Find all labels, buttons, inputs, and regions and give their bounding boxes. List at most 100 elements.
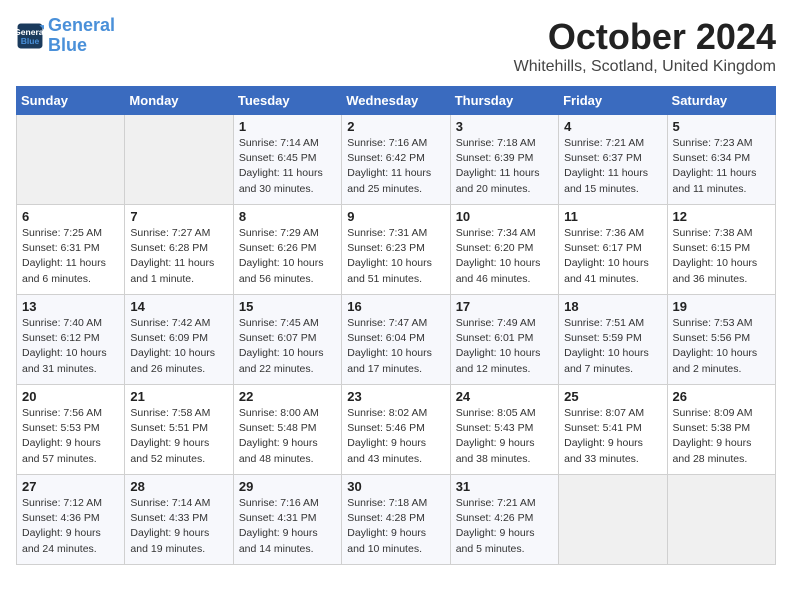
col-header-sunday: Sunday xyxy=(17,87,125,115)
calendar-week-row: 13 Sunrise: 7:40 AMSunset: 6:12 PMDayligh… xyxy=(17,295,776,385)
logo: General Blue General Blue xyxy=(16,16,115,56)
day-number: 20 xyxy=(22,389,119,404)
day-info: Sunrise: 7:29 AMSunset: 6:26 PMDaylight:… xyxy=(239,226,336,287)
calendar-cell: 11Sunrise: 7:36 AMSunset: 6:17 PMDayligh… xyxy=(559,205,667,295)
day-number: 13 xyxy=(22,299,119,314)
col-header-tuesday: Tuesday xyxy=(233,87,341,115)
calendar-cell: 4Sunrise: 7:21 AMSunset: 6:37 PMDaylight… xyxy=(559,115,667,205)
calendar-cell: 6 Sunrise: 7:25 AMSunset: 6:31 PMDaylight… xyxy=(17,205,125,295)
location-subtitle: Whitehills, Scotland, United Kingdom xyxy=(514,58,776,76)
calendar-cell: 28 Sunrise: 7:14 AMSunset: 4:33 PMDayligh… xyxy=(125,475,233,565)
day-number: 9 xyxy=(347,209,444,224)
col-header-friday: Friday xyxy=(559,87,667,115)
calendar-cell: 29 Sunrise: 7:16 AMSunset: 4:31 PMDayligh… xyxy=(233,475,341,565)
day-info: Sunrise: 7:58 AMSunset: 5:51 PMDaylight:… xyxy=(130,406,227,467)
day-info: Sunrise: 7:45 AMSunset: 6:07 PMDaylight:… xyxy=(239,316,336,377)
day-number: 22 xyxy=(239,389,336,404)
day-info: Sunrise: 8:00 AMSunset: 5:48 PMDaylight:… xyxy=(239,406,336,467)
calendar-cell: 1 Sunrise: 7:14 AMSunset: 6:45 PMDaylight… xyxy=(233,115,341,205)
calendar-cell: 25 Sunrise: 8:07 AMSunset: 5:41 PMDayligh… xyxy=(559,385,667,475)
day-info: Sunrise: 7:38 AMSunset: 6:15 PMDaylight:… xyxy=(673,226,770,287)
day-info: Sunrise: 8:05 AMSunset: 5:43 PMDaylight:… xyxy=(456,406,553,467)
day-number: 27 xyxy=(22,479,119,494)
day-info: Sunrise: 8:02 AMSunset: 5:46 PMDaylight:… xyxy=(347,406,444,467)
day-number: 25 xyxy=(564,389,661,404)
calendar-cell: 31Sunrise: 7:21 AMSunset: 4:26 PMDayligh… xyxy=(450,475,558,565)
day-info: Sunrise: 7:49 AMSunset: 6:01 PMDaylight:… xyxy=(456,316,553,377)
calendar-cell: 2 Sunrise: 7:16 AMSunset: 6:42 PMDaylight… xyxy=(342,115,450,205)
calendar-cell: 3Sunrise: 7:18 AMSunset: 6:39 PMDaylight… xyxy=(450,115,558,205)
day-number: 21 xyxy=(130,389,227,404)
calendar-cell: 7Sunrise: 7:27 AMSunset: 6:28 PMDaylight… xyxy=(125,205,233,295)
day-number: 1 xyxy=(239,119,336,134)
calendar-cell: 13 Sunrise: 7:40 AMSunset: 6:12 PMDayligh… xyxy=(17,295,125,385)
calendar-cell: 30 Sunrise: 7:18 AMSunset: 4:28 PMDayligh… xyxy=(342,475,450,565)
calendar-cell: 5 Sunrise: 7:23 AMSunset: 6:34 PMDaylight… xyxy=(667,115,775,205)
calendar-cell xyxy=(17,115,125,205)
day-number: 5 xyxy=(673,119,770,134)
title-area: October 2024 Whitehills, Scotland, Unite… xyxy=(514,16,776,76)
day-info: Sunrise: 7:23 AMSunset: 6:34 PMDaylight:… xyxy=(673,136,770,197)
day-info: Sunrise: 7:14 AMSunset: 6:45 PMDaylight:… xyxy=(239,136,336,197)
calendar-cell: 21 Sunrise: 7:58 AMSunset: 5:51 PMDayligh… xyxy=(125,385,233,475)
calendar-cell: 26Sunrise: 8:09 AMSunset: 5:38 PMDayligh… xyxy=(667,385,775,475)
day-info: Sunrise: 7:16 AMSunset: 4:31 PMDaylight:… xyxy=(239,496,336,557)
day-number: 23 xyxy=(347,389,444,404)
day-info: Sunrise: 7:51 AMSunset: 5:59 PMDaylight:… xyxy=(564,316,661,377)
day-info: Sunrise: 7:16 AMSunset: 6:42 PMDaylight:… xyxy=(347,136,444,197)
day-number: 8 xyxy=(239,209,336,224)
calendar-cell: 8 Sunrise: 7:29 AMSunset: 6:26 PMDaylight… xyxy=(233,205,341,295)
day-info: Sunrise: 7:27 AMSunset: 6:28 PMDaylight:… xyxy=(130,226,227,287)
day-number: 14 xyxy=(130,299,227,314)
calendar-cell: 15 Sunrise: 7:45 AMSunset: 6:07 PMDayligh… xyxy=(233,295,341,385)
day-number: 29 xyxy=(239,479,336,494)
day-number: 28 xyxy=(130,479,227,494)
calendar-week-row: 1 Sunrise: 7:14 AMSunset: 6:45 PMDaylight… xyxy=(17,115,776,205)
day-info: Sunrise: 8:07 AMSunset: 5:41 PMDaylight:… xyxy=(564,406,661,467)
day-number: 31 xyxy=(456,479,553,494)
col-header-thursday: Thursday xyxy=(450,87,558,115)
day-info: Sunrise: 7:25 AMSunset: 6:31 PMDaylight:… xyxy=(22,226,119,287)
day-number: 15 xyxy=(239,299,336,314)
day-number: 4 xyxy=(564,119,661,134)
day-number: 10 xyxy=(456,209,553,224)
day-info: Sunrise: 7:18 AMSunset: 6:39 PMDaylight:… xyxy=(456,136,553,197)
day-number: 2 xyxy=(347,119,444,134)
calendar-cell: 22 Sunrise: 8:00 AMSunset: 5:48 PMDayligh… xyxy=(233,385,341,475)
calendar-cell: 17 Sunrise: 7:49 AMSunset: 6:01 PMDayligh… xyxy=(450,295,558,385)
calendar-cell: 19Sunrise: 7:53 AMSunset: 5:56 PMDayligh… xyxy=(667,295,775,385)
day-number: 16 xyxy=(347,299,444,314)
calendar-cell xyxy=(125,115,233,205)
col-header-monday: Monday xyxy=(125,87,233,115)
day-info: Sunrise: 7:12 AMSunset: 4:36 PMDaylight:… xyxy=(22,496,119,557)
day-number: 24 xyxy=(456,389,553,404)
calendar-week-row: 27 Sunrise: 7:12 AMSunset: 4:36 PMDayligh… xyxy=(17,475,776,565)
day-info: Sunrise: 7:42 AMSunset: 6:09 PMDaylight:… xyxy=(130,316,227,377)
logo-text: General Blue xyxy=(48,16,115,56)
calendar-header-row: SundayMondayTuesdayWednesdayThursdayFrid… xyxy=(17,87,776,115)
calendar-cell: 24 Sunrise: 8:05 AMSunset: 5:43 PMDayligh… xyxy=(450,385,558,475)
day-number: 12 xyxy=(673,209,770,224)
calendar-cell: 27 Sunrise: 7:12 AMSunset: 4:36 PMDayligh… xyxy=(17,475,125,565)
calendar-cell: 23 Sunrise: 8:02 AMSunset: 5:46 PMDayligh… xyxy=(342,385,450,475)
calendar-table: SundayMondayTuesdayWednesdayThursdayFrid… xyxy=(16,86,776,565)
day-number: 17 xyxy=(456,299,553,314)
day-number: 18 xyxy=(564,299,661,314)
calendar-cell: 10 Sunrise: 7:34 AMSunset: 6:20 PMDayligh… xyxy=(450,205,558,295)
day-info: Sunrise: 7:18 AMSunset: 4:28 PMDaylight:… xyxy=(347,496,444,557)
day-info: Sunrise: 7:14 AMSunset: 4:33 PMDaylight:… xyxy=(130,496,227,557)
calendar-cell: 18 Sunrise: 7:51 AMSunset: 5:59 PMDayligh… xyxy=(559,295,667,385)
calendar-cell: 20Sunrise: 7:56 AMSunset: 5:53 PMDayligh… xyxy=(17,385,125,475)
calendar-week-row: 6 Sunrise: 7:25 AMSunset: 6:31 PMDaylight… xyxy=(17,205,776,295)
calendar-cell: 9Sunrise: 7:31 AMSunset: 6:23 PMDaylight… xyxy=(342,205,450,295)
day-info: Sunrise: 7:47 AMSunset: 6:04 PMDaylight:… xyxy=(347,316,444,377)
page-header: General Blue General Blue October 2024 W… xyxy=(16,16,776,76)
day-info: Sunrise: 7:34 AMSunset: 6:20 PMDaylight:… xyxy=(456,226,553,287)
calendar-cell: 14 Sunrise: 7:42 AMSunset: 6:09 PMDayligh… xyxy=(125,295,233,385)
day-number: 6 xyxy=(22,209,119,224)
day-number: 30 xyxy=(347,479,444,494)
day-info: Sunrise: 7:36 AMSunset: 6:17 PMDaylight:… xyxy=(564,226,661,287)
calendar-week-row: 20Sunrise: 7:56 AMSunset: 5:53 PMDayligh… xyxy=(17,385,776,475)
day-info: Sunrise: 8:09 AMSunset: 5:38 PMDaylight:… xyxy=(673,406,770,467)
day-info: Sunrise: 7:40 AMSunset: 6:12 PMDaylight:… xyxy=(22,316,119,377)
